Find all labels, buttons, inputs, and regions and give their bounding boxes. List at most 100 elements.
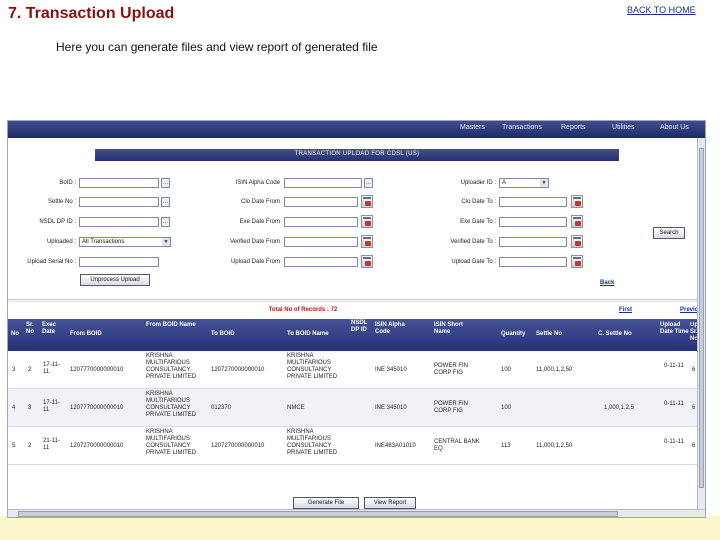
upload-date-to-input[interactable] (499, 257, 567, 267)
cell-quantity: 113 (501, 443, 511, 449)
cell-upload-sr-no: 6 (692, 443, 696, 449)
uploader-id-label: Uploader ID : (460, 180, 496, 186)
calendar-icon[interactable] (571, 195, 583, 208)
cell-isin-name: POWER FIN CORP FIG (434, 401, 468, 414)
cell-upload-sr-no: 6 (692, 405, 696, 411)
calendar-icon[interactable] (361, 255, 373, 268)
upload-date-to-label: Upload Date To : (451, 259, 496, 265)
column-header: To BOID Name (287, 331, 329, 337)
column-header: Exec Date (42, 322, 57, 335)
cell-settle-no: 11,000,1,2,50 (536, 367, 573, 373)
cell-from-boid: 1207770000000010 (70, 367, 124, 373)
column-header: Settle No (536, 331, 563, 337)
boid-input[interactable] (79, 178, 159, 188)
calendar-icon[interactable] (361, 215, 373, 228)
column-header: Upload Date Time (660, 322, 689, 335)
uploader-id-select[interactable]: A ▼ (499, 178, 549, 188)
verified-date-from-input[interactable] (284, 237, 358, 247)
settle-no-input[interactable] (79, 197, 159, 207)
uploaded-label: Uploaded : (46, 239, 76, 245)
settle-no-label: Settle No : (47, 199, 76, 205)
screen-title-bar: TRANSACTION UPLOAD FOR CDSL (US) (95, 149, 619, 161)
slide-subtitle: Here you can generate files and view rep… (56, 40, 378, 54)
table-row[interactable]: 3 2 17-11-11 1207770000000010 KRISHNA MU… (8, 351, 705, 389)
nsdl-dp-id-lookup-button[interactable]: ... (161, 217, 170, 227)
vertical-scrollbar[interactable] (697, 138, 705, 509)
cell-isin-name: POWER FIN CORP FIG (434, 363, 468, 376)
action-bar: Generate File View Report (8, 495, 705, 509)
settle-no-lookup-button[interactable]: ... (161, 197, 170, 207)
cell-isin-name: CENTRAL BANK EQ (434, 439, 480, 452)
unprocess-upload-button[interactable]: Unprocess Upload (80, 274, 150, 286)
cell-c-settle-no: 1,000,1,2,5 (604, 405, 635, 411)
table-row[interactable]: 5 2 21-11-11 1207270000000010 KRISHNA MU… (8, 427, 705, 465)
transactions-table: No Sr. No Exec Date From BOID From BOID … (8, 319, 705, 473)
upload-date-from-label: Upload Date From (230, 259, 280, 265)
chevron-down-icon: ▼ (162, 238, 170, 246)
back-link[interactable]: Back (600, 280, 614, 286)
calendar-icon[interactable] (571, 235, 583, 248)
cell-upload-date: 0-11-11 (664, 363, 684, 369)
view-report-button[interactable]: View Report (364, 497, 416, 509)
cell-no: 4 (12, 405, 16, 411)
vertical-scrollbar-thumb[interactable] (699, 148, 704, 488)
clo-date-from-label: Clo Date From (240, 199, 280, 205)
footer-band (0, 516, 720, 540)
nsdl-dp-id-label: NSDL DP ID : (39, 219, 76, 225)
cell-sr-no: 2 (28, 367, 32, 373)
cell-from-boid-name: KRISHNA MULTIFARIOUS CONSULTANCY PRIVATE… (146, 391, 197, 418)
column-header: C. Settle No (598, 331, 632, 337)
cell-to-boid-name: KRISHNA MULTIFARIOUS CONSULTANCY PRIVATE… (287, 429, 338, 456)
calendar-icon[interactable] (571, 255, 583, 268)
exe-date-to-input[interactable] (499, 217, 567, 227)
cell-isin-code: INE 345010 (375, 405, 407, 411)
verified-date-to-input[interactable] (499, 237, 567, 247)
boid-label: BoID : (59, 180, 76, 186)
isin-alpha-lookup-button[interactable]: ... (364, 178, 373, 188)
back-to-home-link[interactable]: BACK TO HOME (627, 5, 696, 15)
clo-date-from-input[interactable] (284, 197, 358, 207)
column-header: ISIN Short Name (434, 322, 464, 335)
table-row[interactable]: 4 3 17-11-11 1207770000000010 KRISHNA MU… (8, 389, 705, 427)
calendar-icon[interactable] (571, 215, 583, 228)
isin-alpha-input[interactable] (284, 178, 362, 188)
table-header: No Sr. No Exec Date From BOID From BOID … (8, 319, 705, 351)
cell-sr-no: 2 (28, 443, 32, 449)
first-page-link[interactable]: First (619, 307, 632, 313)
clo-date-to-input[interactable] (499, 197, 567, 207)
cell-exec-date: 17-11-11 (43, 400, 60, 413)
menu-reports[interactable]: Reports (561, 124, 586, 131)
menu-about-us[interactable]: About Us (660, 124, 689, 131)
upload-serial-label: Upload Serial No : (27, 259, 76, 265)
upload-date-from-input[interactable] (284, 257, 358, 267)
uploader-id-select-value: A (502, 180, 507, 186)
calendar-icon[interactable] (361, 195, 373, 208)
column-header: ISIN Alpha Code (375, 322, 405, 335)
cell-quantity: 100 (501, 405, 512, 411)
exe-date-from-label: Exe Date From (239, 219, 280, 225)
menu-masters[interactable]: Masters (460, 124, 485, 131)
uploaded-select[interactable]: All Transactions ▼ (79, 237, 171, 247)
column-header: NSDL DP ID (351, 320, 368, 333)
search-button[interactable]: Search (653, 227, 685, 239)
cell-from-boid: 1207270000000010 (70, 443, 124, 449)
exe-date-from-input[interactable] (284, 217, 358, 227)
upload-serial-input[interactable] (79, 257, 159, 267)
generate-file-button[interactable]: Generate File (293, 497, 359, 509)
cell-exec-date: 17-11-11 (43, 362, 60, 375)
menu-transactions[interactable]: Transactions (502, 124, 542, 131)
nsdl-dp-id-input[interactable] (79, 217, 159, 227)
app-screenshot: Masters Transactions Reports Utilities A… (7, 120, 706, 518)
horizontal-scrollbar-thumb[interactable] (18, 511, 618, 517)
record-count: Total No of Records : 72 (268, 307, 338, 313)
calendar-icon[interactable] (361, 235, 373, 248)
boid-lookup-button[interactable]: ... (161, 178, 170, 188)
cell-to-boid-name: KRISHNA MULTIFARIOUS CONSULTANCY PRIVATE… (287, 353, 338, 380)
cell-upload-date: 0-11-11 (664, 401, 684, 407)
verified-date-from-label: Verified Date From (229, 239, 280, 245)
horizontal-scrollbar[interactable] (8, 509, 705, 517)
column-header: From BOID (70, 331, 102, 337)
cell-to-boid: 012370 (211, 405, 232, 411)
cell-to-boid: 1207270000000010 (211, 443, 265, 449)
menu-utilities[interactable]: Utilities (612, 124, 635, 131)
